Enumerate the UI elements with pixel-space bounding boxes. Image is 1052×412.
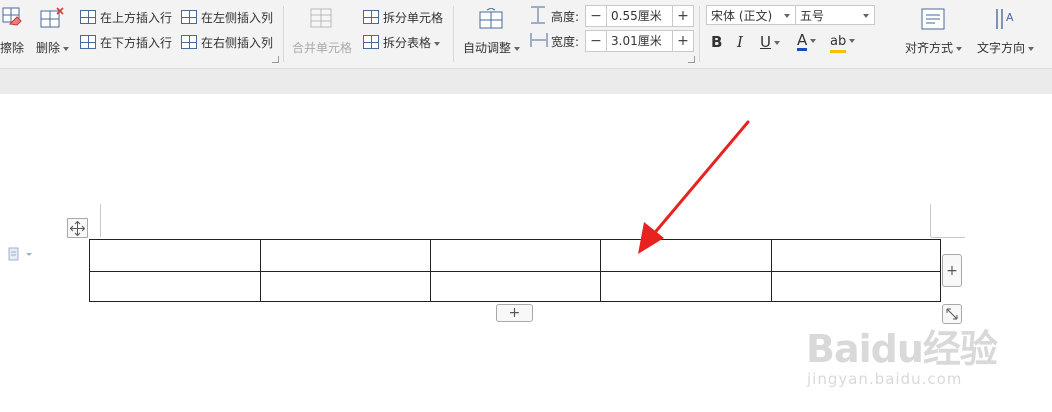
insert-row-below-icon bbox=[80, 35, 96, 49]
document-table[interactable] bbox=[89, 239, 941, 302]
font-size-value: 五号 bbox=[800, 9, 825, 23]
table-move-handle[interactable] bbox=[67, 218, 88, 238]
paragraph-layout-icon[interactable] bbox=[8, 247, 34, 261]
merge-cells-label: 合并单元格 bbox=[292, 41, 353, 55]
svg-text:A: A bbox=[1006, 11, 1014, 24]
align-label: 对齐方式 bbox=[905, 39, 963, 56]
add-row-button[interactable]: + bbox=[496, 304, 533, 322]
merge-cells-button[interactable]: 合并单元格 bbox=[290, 4, 356, 55]
table-column-divider bbox=[600, 240, 601, 301]
height-spinner[interactable]: − 0.55厘米 + bbox=[585, 5, 694, 27]
group-separator bbox=[699, 6, 700, 62]
chevron-down-icon bbox=[863, 14, 869, 18]
chevron-down-icon bbox=[784, 14, 790, 18]
delete-label: 删除 bbox=[36, 39, 70, 56]
ruler-area bbox=[0, 69, 1052, 94]
height-decrease-button[interactable]: − bbox=[586, 6, 606, 26]
text-direction-label: 文字方向 bbox=[977, 39, 1035, 56]
insert-above-label: 在上方插入行 bbox=[100, 11, 173, 25]
width-increase-button[interactable]: + bbox=[673, 31, 693, 51]
chevron-down-icon bbox=[773, 40, 780, 45]
width-decrease-button[interactable]: − bbox=[586, 31, 606, 51]
insert-below-button[interactable]: 在下方插入行 bbox=[80, 33, 175, 51]
split-cells-label: 拆分单元格 bbox=[383, 11, 444, 25]
chevron-down-icon bbox=[956, 46, 963, 51]
insert-row-above-icon bbox=[80, 10, 96, 24]
table-column-divider bbox=[771, 240, 772, 301]
margin-guide-left bbox=[100, 204, 101, 237]
width-input[interactable]: 3.01厘米 bbox=[606, 31, 673, 51]
highlight-button[interactable]: ab bbox=[830, 31, 856, 53]
table-column-divider bbox=[260, 240, 261, 301]
italic-button[interactable]: I bbox=[737, 33, 743, 51]
align-icon bbox=[921, 8, 945, 30]
delete-button[interactable]: 删除 bbox=[34, 4, 74, 56]
chevron-down-icon bbox=[849, 38, 856, 43]
insert-above-button[interactable]: 在上方插入行 bbox=[80, 8, 175, 26]
insert-column-right-icon bbox=[181, 35, 197, 49]
insert-right-label: 在右侧插入列 bbox=[201, 36, 274, 50]
ribbon-toolbar: 擦除 删除 在上方插入行 在下方插入行 在左侧插入列 在右侧插入列 合并单元格 … bbox=[0, 0, 1052, 69]
table-row-divider bbox=[90, 271, 940, 272]
eraser-button[interactable]: 擦除 bbox=[0, 4, 26, 55]
table-column-divider bbox=[430, 240, 431, 301]
chevron-down-icon bbox=[63, 46, 70, 51]
delete-table-icon bbox=[40, 7, 64, 28]
height-label: 高度: bbox=[551, 10, 580, 24]
margin-guide-top bbox=[931, 237, 965, 238]
split-table-button[interactable]: 拆分表格 bbox=[363, 33, 447, 51]
auto-adjust-icon bbox=[479, 8, 503, 29]
split-table-icon bbox=[363, 35, 379, 49]
underline-button[interactable]: U bbox=[760, 33, 780, 51]
height-input[interactable]: 0.55厘米 bbox=[606, 6, 673, 26]
group-separator bbox=[453, 6, 454, 62]
margin-guide-right bbox=[930, 204, 931, 237]
text-direction-button[interactable]: A 文字方向 bbox=[975, 4, 1037, 56]
move-icon bbox=[70, 220, 85, 236]
font-color-button[interactable]: A bbox=[797, 31, 817, 51]
chevron-down-icon bbox=[810, 38, 817, 43]
font-color-glyph: A bbox=[797, 31, 808, 51]
insert-below-label: 在下方插入行 bbox=[100, 36, 173, 50]
insert-column-left-icon bbox=[181, 10, 197, 24]
group-launcher-icon[interactable] bbox=[688, 56, 695, 63]
split-table-label: 拆分表格 bbox=[383, 34, 441, 51]
add-column-button[interactable]: + bbox=[942, 254, 962, 287]
baidu-watermark-url: jingyan.baidu.com bbox=[807, 370, 963, 388]
font-name-value: 宋体 (正文) bbox=[711, 9, 773, 23]
baidu-watermark-logo: Baidu经验 bbox=[806, 327, 998, 371]
insert-left-label: 在左侧插入列 bbox=[201, 11, 274, 25]
split-cells-icon bbox=[363, 10, 379, 24]
eraser-icon bbox=[2, 7, 22, 26]
underline-glyph: U bbox=[760, 33, 771, 51]
group-launcher-icon[interactable] bbox=[272, 56, 279, 63]
chevron-down-icon bbox=[1028, 46, 1035, 51]
bold-button[interactable]: B bbox=[711, 33, 722, 51]
width-label: 宽度: bbox=[551, 35, 580, 49]
width-spinner[interactable]: − 3.01厘米 + bbox=[585, 30, 694, 52]
eraser-label: 擦除 bbox=[0, 41, 25, 55]
annotation-arrow bbox=[638, 120, 750, 254]
height-increase-button[interactable]: + bbox=[673, 6, 693, 26]
chevron-down-icon bbox=[514, 46, 521, 51]
auto-adjust-label: 自动调整 bbox=[463, 39, 521, 56]
font-size-select[interactable]: 五号 bbox=[795, 5, 875, 25]
group-separator bbox=[283, 6, 284, 62]
text-direction-icon: A bbox=[996, 9, 1014, 29]
highlight-glyph: ab bbox=[830, 34, 847, 53]
column-width-icon bbox=[530, 33, 548, 47]
row-height-icon bbox=[531, 6, 545, 24]
split-cells-button[interactable]: 拆分单元格 bbox=[363, 8, 447, 26]
insert-right-button[interactable]: 在右侧插入列 bbox=[181, 33, 276, 51]
chevron-down-icon bbox=[434, 41, 441, 46]
auto-adjust-button[interactable]: 自动调整 bbox=[461, 4, 523, 56]
merge-cells-icon bbox=[310, 8, 332, 28]
font-name-select[interactable]: 宋体 (正文) bbox=[706, 5, 796, 25]
insert-left-button[interactable]: 在左侧插入列 bbox=[181, 8, 276, 26]
alignment-button[interactable]: 对齐方式 bbox=[903, 4, 965, 56]
